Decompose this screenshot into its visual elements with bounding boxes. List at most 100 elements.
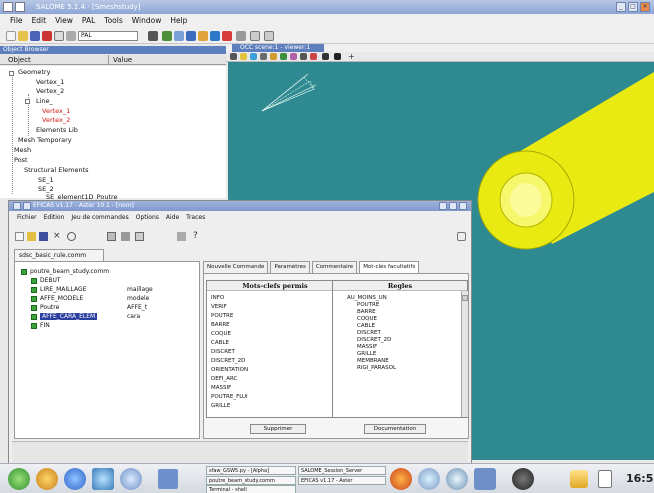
tree-node[interactable]: AFFE_MODELE modele	[31, 295, 191, 303]
firefox-icon[interactable]	[390, 468, 412, 490]
grid-icon[interactable]	[250, 31, 260, 41]
view-left-icon[interactable]	[300, 53, 307, 60]
rule-item[interactable]: RIGI_PARASOL	[357, 365, 396, 372]
filemanager-icon[interactable]	[92, 468, 114, 490]
eficas-module-icon[interactable]	[210, 31, 220, 41]
task-item[interactable]: SALOME_Session_Server	[298, 466, 386, 475]
documentation-button[interactable]: Documentation	[364, 424, 426, 434]
column-object[interactable]: Object	[8, 55, 31, 65]
rule-item[interactable]: DISCRET	[357, 330, 381, 337]
tree-item-structural[interactable]: Structural Elements	[24, 166, 89, 174]
menu-file[interactable]: File	[10, 14, 23, 28]
dump-icon[interactable]	[148, 31, 158, 41]
reset-view-icon[interactable]	[310, 53, 317, 60]
home-icon[interactable]	[36, 468, 58, 490]
tree-item-mesh[interactable]: Mesh	[14, 146, 31, 154]
scrollbar[interactable]	[461, 291, 468, 417]
dlg-menu-jdc[interactable]: Jeu de commandes	[71, 213, 128, 223]
keyword-item[interactable]: VERIF	[211, 304, 227, 311]
tree-node-selected[interactable]: AFFE_CARA_ELEM cara	[31, 313, 191, 321]
tree-item-vertex[interactable]: Vertex_2	[36, 87, 64, 95]
keyword-item[interactable]: DISCRET_2D	[211, 358, 245, 365]
menu-view[interactable]: View	[55, 14, 73, 28]
tree-item-line[interactable]: Line_	[36, 97, 53, 105]
tree-item-post[interactable]: Post	[14, 156, 28, 164]
fit-all-icon[interactable]	[240, 53, 247, 60]
post-module-icon[interactable]	[186, 31, 196, 41]
dump-view-icon[interactable]	[230, 53, 237, 60]
mesh-module-icon[interactable]	[174, 31, 184, 41]
tab-parametres[interactable]: Paramètres	[270, 261, 310, 273]
collapse-icon[interactable]	[25, 99, 30, 104]
settings-icon[interactable]	[120, 468, 142, 490]
dlg-menu-fichier[interactable]: Fichier	[17, 213, 37, 223]
rule-item[interactable]: MEMBRANE	[357, 358, 389, 365]
trihedron-icon[interactable]	[334, 53, 341, 60]
clipping-icon[interactable]	[322, 53, 329, 60]
rule-item[interactable]: BARRE	[357, 309, 376, 316]
copy-icon[interactable]	[107, 232, 116, 241]
dialog-close-icon[interactable]	[23, 202, 31, 210]
close-button[interactable]: ×	[640, 2, 650, 12]
task-item[interactable]: Terminal - shell	[206, 485, 296, 493]
app-icon[interactable]	[512, 468, 534, 490]
keyword-item[interactable]: MASSIF	[211, 385, 231, 392]
notes-icon[interactable]	[570, 470, 588, 488]
close-icon[interactable]: ×	[53, 232, 62, 241]
scrollbar-thumb[interactable]	[462, 295, 468, 301]
task-item[interactable]: EFICAS v1.17 - Aster	[298, 476, 386, 485]
rotate-icon[interactable]	[270, 53, 277, 60]
sticky-icon[interactable]	[15, 2, 25, 12]
tab-mots-cles[interactable]: Mot-clés facultatifs	[359, 261, 420, 273]
calendar-icon[interactable]	[598, 470, 612, 488]
dlg-menu-options[interactable]: Options	[136, 213, 159, 223]
save-icon[interactable]	[39, 232, 48, 241]
task-item[interactable]: sfaw_GSW5.py - [Alpha]	[206, 466, 296, 475]
dlg-menu-edition[interactable]: Edition	[44, 213, 65, 223]
rule-item[interactable]: POUTRE	[357, 302, 379, 309]
search-icon[interactable]	[54, 31, 64, 41]
keyword-item[interactable]: ORIENTATION	[211, 367, 248, 374]
search-icon[interactable]	[67, 232, 76, 241]
tab-nouvelle-commande[interactable]: Nouvelle Commande	[203, 261, 269, 273]
menu-tools[interactable]: Tools	[104, 14, 122, 28]
rule-item[interactable]: GRILLE	[357, 351, 376, 358]
tree-item-se[interactable]: SE_1	[38, 176, 54, 184]
keyword-item[interactable]: CABLE	[211, 340, 229, 347]
keyword-item[interactable]: DEFI_ARC	[211, 376, 237, 383]
rule-item[interactable]: COQUE	[357, 316, 377, 323]
rule-item[interactable]: CABLE	[357, 323, 375, 330]
tree-node[interactable]: Poutre AFFE_t	[31, 304, 191, 312]
dialog-close-button[interactable]	[459, 202, 467, 210]
close-doc-icon[interactable]	[42, 31, 52, 41]
clock[interactable]: 16:58	[626, 472, 654, 485]
keyword-item[interactable]: POUTRE_FLUI	[211, 394, 248, 401]
updater-icon[interactable]	[446, 468, 468, 490]
table-icon[interactable]	[264, 31, 274, 41]
keyword-item[interactable]: BARRE	[211, 322, 230, 329]
collapse-icon[interactable]	[9, 71, 14, 76]
display-icon[interactable]	[474, 468, 496, 490]
pal-module-icon[interactable]	[198, 31, 208, 41]
menu-pal[interactable]: PAL	[82, 14, 95, 28]
cut-icon[interactable]	[121, 232, 130, 241]
rule-item[interactable]: MASSIF	[357, 344, 377, 351]
open-folder-icon[interactable]	[27, 232, 36, 241]
column-value[interactable]: Value	[108, 55, 132, 65]
help-icon[interactable]: ?	[193, 232, 202, 241]
cross-icon[interactable]: +	[348, 53, 355, 61]
viewer-tab[interactable]: OCC scene:1 - viewer:1	[232, 44, 324, 52]
keyword-item[interactable]: POUTRE	[211, 313, 233, 320]
whats-this-icon[interactable]	[457, 232, 466, 241]
tree-root[interactable]: poutre_beam_study.comm	[21, 268, 109, 276]
tree-node[interactable]: LIRE_MAILLAGE maillage	[31, 286, 191, 294]
tree-item-vertex[interactable]: Vertex_1	[36, 78, 64, 86]
window-menu-icon[interactable]	[3, 2, 13, 12]
tree-item-vertex[interactable]: Vertex_2	[42, 116, 70, 124]
tree-item-se[interactable]: SE_2	[38, 185, 54, 193]
desktop-pager-icon[interactable]	[158, 469, 178, 489]
dialog-minimize-button[interactable]	[439, 202, 447, 210]
keyword-item[interactable]: COQUE	[211, 331, 231, 338]
paste-icon[interactable]	[135, 232, 144, 241]
start-menu-icon[interactable]	[8, 468, 30, 490]
